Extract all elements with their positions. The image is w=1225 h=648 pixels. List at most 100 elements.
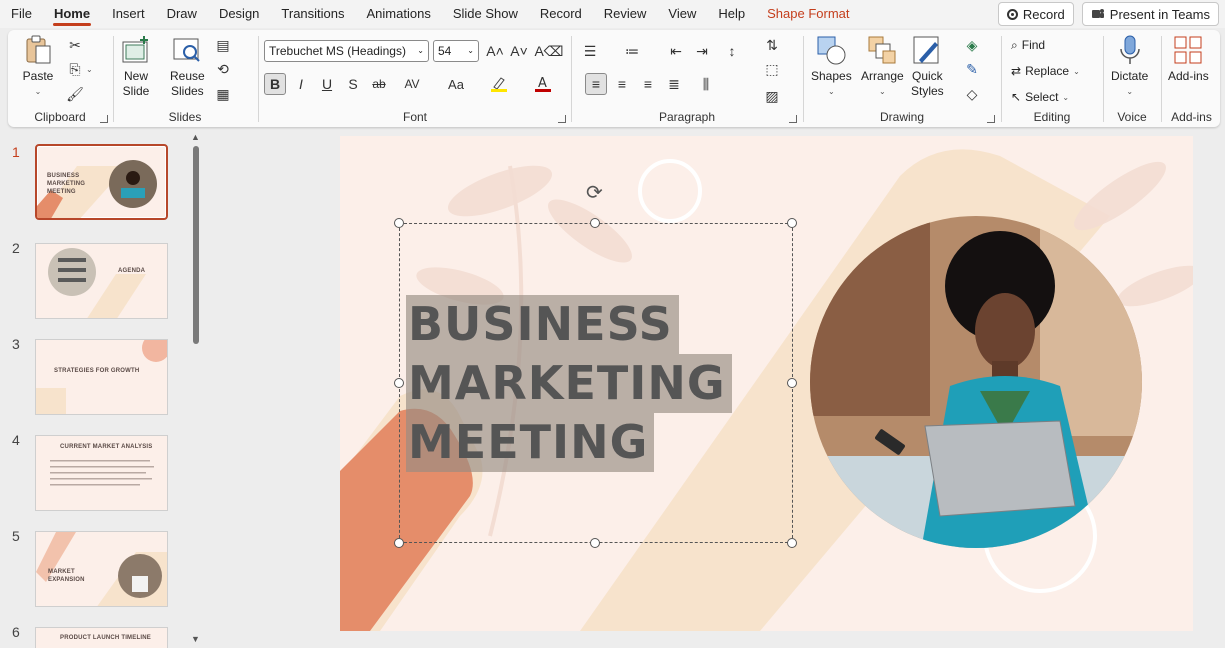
character-spacing-button[interactable]: AV <box>398 73 426 95</box>
menu-right-actions: Record Present in Teams <box>997 2 1219 26</box>
drawing-launcher-icon[interactable] <box>987 115 995 123</box>
shapes-label: Shapes <box>811 69 852 83</box>
chevron-down-icon: ⌄ <box>34 87 42 96</box>
font-name-combo[interactable]: Trebuchet MS (Headings) ⌄ <box>264 40 429 62</box>
scrollbar-thumb[interactable] <box>193 146 199 344</box>
menu-shape-format[interactable]: Shape Format <box>756 0 860 28</box>
increase-indent-icon[interactable]: ⇥ <box>691 40 713 62</box>
section-icon[interactable]: ▦ <box>212 83 234 105</box>
align-center-icon[interactable]: ≡ <box>611 73 633 95</box>
select-label: Select <box>1025 90 1059 104</box>
font-size-value: 54 <box>438 44 452 58</box>
menu-animations[interactable]: Animations <box>356 0 442 28</box>
thumbnail-title: STRATEGIES FOR GROWTH <box>54 368 140 374</box>
cut-icon[interactable]: ✂ <box>64 34 86 56</box>
new-slide-button[interactable]: New Slide <box>120 34 152 99</box>
menu-help[interactable]: Help <box>707 0 756 28</box>
align-right-icon[interactable]: ≡ <box>637 73 659 95</box>
reuse-slides-button[interactable]: Reuse Slides <box>170 34 205 99</box>
arrange-button[interactable]: Arrange ⌄ <box>861 34 904 99</box>
present-in-teams-button[interactable]: Present in Teams <box>1081 2 1219 26</box>
thumbnail-slide-1[interactable]: BUSINESS MARKETING MEETING <box>35 144 168 220</box>
scroll-up-icon[interactable]: ▲ <box>191 132 200 142</box>
text-box-selection[interactable] <box>399 223 793 543</box>
shapes-button[interactable]: Shapes ⌄ <box>811 34 852 99</box>
resize-handle-right[interactable] <box>787 378 797 388</box>
font-launcher-icon[interactable] <box>558 115 566 123</box>
find-button[interactable]: ⌕ Find <box>1011 34 1045 56</box>
menu-home[interactable]: Home <box>43 0 101 28</box>
dictate-button[interactable]: Dictate ⌄ <box>1111 34 1148 99</box>
rotate-handle-icon[interactable]: ⟳ <box>586 180 603 205</box>
change-case-button[interactable]: Aa <box>442 73 470 95</box>
resize-handle-top-right[interactable] <box>787 218 797 228</box>
shape-effects-icon[interactable]: ◇ <box>961 83 983 105</box>
arrange-label: Arrange <box>861 69 904 83</box>
line-spacing-icon[interactable]: ↕ <box>721 40 743 62</box>
copy-chevron[interactable]: ⌄ <box>86 58 93 80</box>
thumbnail-slide-4[interactable]: CURRENT MARKET ANALYSIS <box>35 435 168 511</box>
reset-icon[interactable]: ⟲ <box>212 58 234 80</box>
align-text-icon[interactable]: ⬚ <box>761 58 783 80</box>
menu-view[interactable]: View <box>657 0 707 28</box>
shadow-button[interactable]: S <box>342 73 364 95</box>
smartart-icon[interactable]: ▨ <box>761 85 783 107</box>
scroll-down-icon[interactable]: ▼ <box>191 634 200 644</box>
addins-button[interactable]: Add-ins <box>1168 34 1209 84</box>
bullets-icon[interactable]: ☰ <box>579 40 601 62</box>
record-label: Record <box>1022 6 1065 22</box>
bold-button[interactable]: B <box>264 73 286 95</box>
menu-slide-show[interactable]: Slide Show <box>442 0 529 28</box>
resize-handle-bottom[interactable] <box>590 538 600 548</box>
thumbnail-slide-2[interactable]: AGENDA <box>35 243 168 319</box>
resize-handle-top[interactable] <box>590 218 600 228</box>
resize-handle-top-left[interactable] <box>394 218 404 228</box>
shape-fill-icon[interactable]: ◈ <box>961 34 983 56</box>
slide-thumbnails-pane: 1 BUSINESS MARKETING MEETING 2 AGENDA 3 <box>0 130 206 648</box>
strikethrough-button[interactable]: ab <box>368 73 390 95</box>
shape-outline-icon[interactable]: ✎ <box>961 58 983 80</box>
clear-formatting-icon[interactable]: A⌫ <box>534 40 563 62</box>
highlight-color-icon[interactable] <box>488 73 510 95</box>
thumbnail-title: BUSINESS MARKETING MEETING <box>47 173 86 195</box>
font-size-combo[interactable]: 54 ⌄ <box>433 40 479 62</box>
justify-icon[interactable]: ≣ <box>663 73 685 95</box>
increase-font-icon[interactable]: A˄ <box>484 40 506 62</box>
paragraph-launcher-icon[interactable] <box>789 115 797 123</box>
thumbnail-slide-3[interactable]: STRATEGIES FOR GROWTH <box>35 339 168 415</box>
font-color-icon[interactable]: A <box>532 73 554 95</box>
menu-file[interactable]: File <box>0 0 43 28</box>
resize-handle-bottom-left[interactable] <box>394 538 404 548</box>
layout-icon[interactable]: ▤ <box>212 34 234 56</box>
numbering-icon[interactable]: ≔ <box>621 40 643 62</box>
underline-button[interactable]: U <box>316 73 338 95</box>
thumbnails-scrollbar[interactable]: ▲ ▼ <box>190 132 202 648</box>
record-button[interactable]: Record <box>997 2 1074 26</box>
menu-review[interactable]: Review <box>593 0 658 28</box>
text-direction-icon[interactable]: ⇅ <box>761 34 783 56</box>
microphone-icon <box>1119 35 1140 64</box>
format-painter-icon[interactable]: 🖌 <box>64 83 86 105</box>
thumbnail-slide-6[interactable]: PRODUCT LAUNCH TIMELINE <box>35 627 168 648</box>
replace-button[interactable]: ⇄ Replace ⌄ <box>1011 60 1080 82</box>
resize-handle-left[interactable] <box>394 378 404 388</box>
menu-transitions[interactable]: Transitions <box>270 0 355 28</box>
resize-handle-bottom-right[interactable] <box>787 538 797 548</box>
thumbnail-slide-5[interactable]: MARKET EXPANSION <box>35 531 168 607</box>
columns-icon[interactable]: ⫼ <box>695 73 717 95</box>
replace-label: Replace <box>1025 64 1070 78</box>
quick-styles-button[interactable]: Quick Styles <box>911 34 944 99</box>
menu-design[interactable]: Design <box>208 0 270 28</box>
menu-insert[interactable]: Insert <box>101 0 156 28</box>
clipboard-launcher-icon[interactable] <box>100 115 108 123</box>
menu-record[interactable]: Record <box>529 0 593 28</box>
decrease-indent-icon[interactable]: ⇤ <box>665 40 687 62</box>
decrease-font-icon[interactable]: A˅ <box>508 40 530 62</box>
align-left-icon[interactable]: ≡ <box>585 73 607 95</box>
select-button[interactable]: ↖ Select ⌄ <box>1011 86 1069 108</box>
menu-draw[interactable]: Draw <box>156 0 208 28</box>
paste-button[interactable]: Paste ⌄ <box>22 34 54 99</box>
copy-icon[interactable]: ⎘ <box>64 58 86 80</box>
italic-button[interactable]: I <box>290 73 312 95</box>
reuse-label-2: Slides <box>171 84 204 98</box>
